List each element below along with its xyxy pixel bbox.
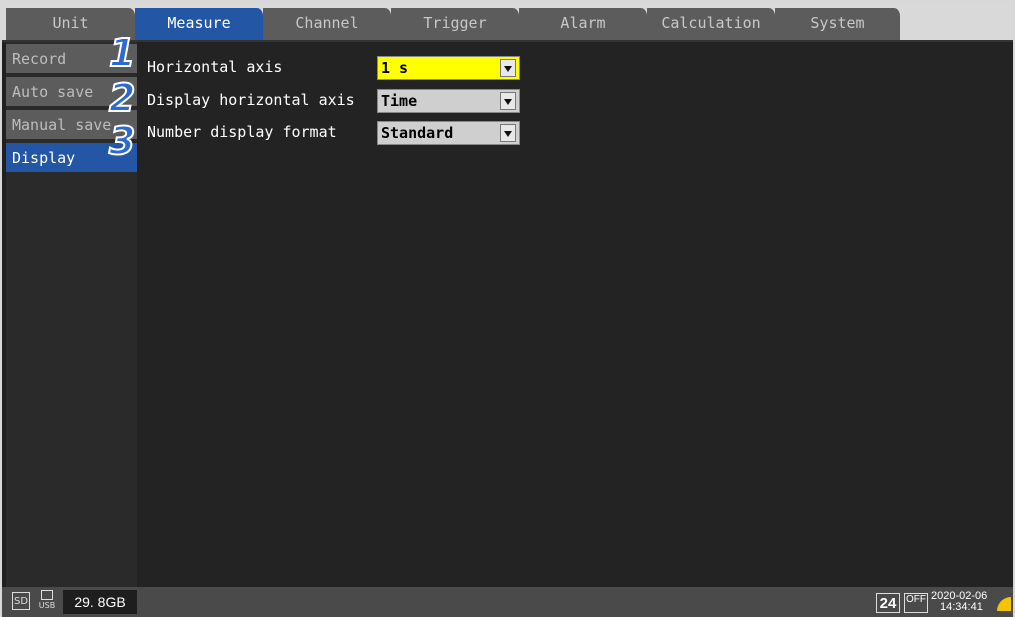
display-horizontal-axis-label: Display horizontal axis [147,91,355,109]
sd-card-icon: SD [12,592,30,610]
tab-bar: Unit Measure Channel Trigger Alarm Calcu… [2,2,1013,40]
storage-free: 29. 8GB [63,590,137,614]
callout-number-1: 1 [108,31,136,75]
status-bar: SD USB 29. 8GB 24 OFF 2020-02-06 14:34:4… [2,587,1013,617]
tab-calculation[interactable]: Calculation [647,8,777,40]
status-led-icon [997,597,1011,611]
horizontal-axis-label: Horizontal axis [147,58,283,76]
callout-number-3: 3 [108,119,136,163]
time-text: 14:34:41 [940,601,983,613]
tab-alarm[interactable]: Alarm [519,8,649,40]
tab-system[interactable]: System [775,8,902,40]
chevron-down-icon[interactable] [500,124,516,142]
usb-icon: USB [36,590,58,612]
number-display-format-dropdown[interactable]: Standard [377,121,520,145]
horizontal-axis-value: 1 s [381,59,409,77]
number-display-format-value: Standard [381,124,454,142]
display-horizontal-axis-dropdown[interactable]: Time [377,89,520,113]
datetime: 2020-02-06 14:34:41 [931,591,987,613]
usb-icon-label: USB [38,601,56,610]
tab-trigger[interactable]: Trigger [391,8,521,40]
callout-number-2: 2 [108,76,136,120]
horizontal-axis-dropdown[interactable]: 1 s [377,56,520,80]
tab-measure[interactable]: Measure [135,8,265,40]
clock-mode-badge: 24 [876,593,900,613]
chevron-down-icon[interactable] [500,92,516,110]
screen: Unit Measure Channel Trigger Alarm Calcu… [0,0,1015,617]
chevron-down-icon[interactable] [500,59,516,77]
tab-channel[interactable]: Channel [263,8,393,40]
display-horizontal-axis-value: Time [381,92,418,110]
time-sync-badge: OFF [904,593,928,613]
number-display-format-label: Number display format [147,123,337,141]
